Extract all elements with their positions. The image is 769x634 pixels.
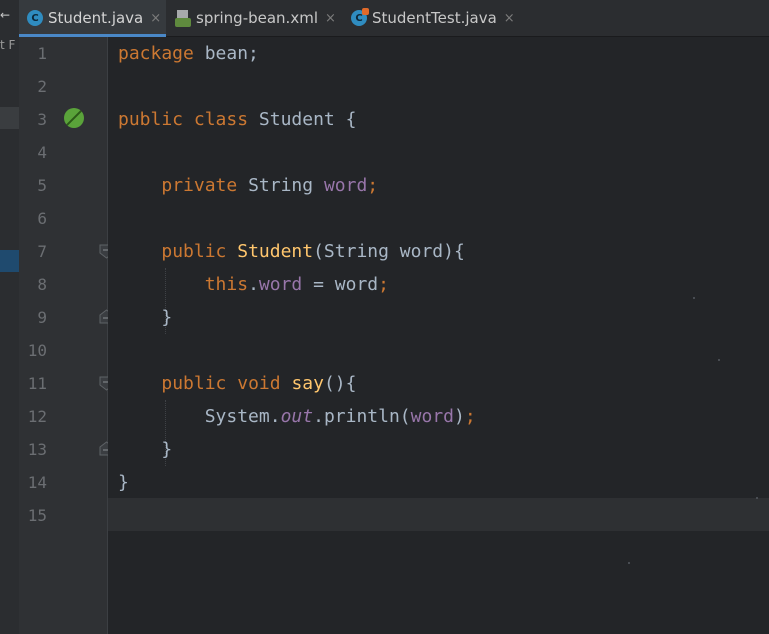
tab-label: spring-bean.xml bbox=[196, 9, 318, 27]
code-editor[interactable]: package bean; public class Student { pri… bbox=[108, 37, 769, 634]
tab-student-java[interactable]: C Student.java × bbox=[19, 0, 166, 37]
line-number: 8 bbox=[37, 275, 47, 294]
close-tab-icon[interactable]: × bbox=[325, 11, 336, 26]
line-number: 6 bbox=[37, 209, 47, 228]
line-number: 2 bbox=[37, 77, 47, 96]
project-panel-strip[interactable]: ← t F bbox=[0, 0, 20, 634]
line-number: 7 bbox=[37, 242, 47, 261]
code-line-5[interactable]: private String word; bbox=[118, 169, 378, 202]
back-arrow-icon[interactable]: ← bbox=[0, 8, 10, 22]
line-number: 14 bbox=[27, 473, 47, 492]
code-line-12[interactable]: System.out.println(word); bbox=[118, 400, 476, 433]
editor-gutter[interactable]: 1 2 3 4 5 6 7 8 9 10 11 12 13 14 15 bbox=[19, 37, 114, 634]
tab-spring-bean-xml[interactable]: spring-bean.xml × bbox=[167, 0, 342, 36]
code-line-14[interactable]: } bbox=[118, 466, 129, 499]
project-tree-row-selected[interactable] bbox=[0, 250, 19, 272]
line-number: 11 bbox=[27, 374, 47, 393]
code-line-3[interactable]: public class Student { bbox=[118, 103, 356, 136]
line-number: 5 bbox=[37, 176, 47, 195]
line-number: 15 bbox=[27, 506, 47, 525]
tab-studenttest-java[interactable]: C StudentTest.java × bbox=[343, 0, 518, 36]
code-line-13[interactable]: } bbox=[118, 433, 172, 466]
code-line-9[interactable]: } bbox=[118, 301, 172, 334]
line-number: 4 bbox=[37, 143, 47, 162]
project-tree-row-highlight[interactable] bbox=[0, 107, 19, 129]
editor-tab-bar: C Student.java × spring-bean.xml × C Stu… bbox=[19, 0, 769, 37]
java-test-class-icon: C bbox=[351, 8, 369, 26]
spring-bean-icon[interactable] bbox=[64, 108, 84, 128]
tab-label: StudentTest.java bbox=[372, 9, 497, 27]
line-number: 13 bbox=[27, 440, 47, 459]
code-line-1[interactable]: package bean; bbox=[118, 37, 259, 70]
tab-label: Student.java bbox=[48, 9, 144, 27]
code-line-8[interactable]: this.word = word; bbox=[118, 268, 389, 301]
line-number: 9 bbox=[37, 308, 47, 327]
code-line-11[interactable]: public void say(){ bbox=[118, 367, 356, 400]
xml-file-icon bbox=[175, 9, 191, 27]
line-number: 1 bbox=[37, 44, 47, 63]
code-line-7[interactable]: public Student(String word){ bbox=[118, 235, 464, 268]
close-tab-icon[interactable]: × bbox=[504, 11, 515, 26]
line-number: 12 bbox=[27, 407, 47, 426]
close-tab-icon[interactable]: × bbox=[150, 11, 161, 26]
line-number: 3 bbox=[37, 110, 47, 129]
current-line-highlight bbox=[108, 498, 769, 531]
project-panel-fragment: t F bbox=[0, 38, 16, 52]
line-number: 10 bbox=[27, 341, 47, 360]
java-class-icon: C bbox=[27, 10, 43, 26]
